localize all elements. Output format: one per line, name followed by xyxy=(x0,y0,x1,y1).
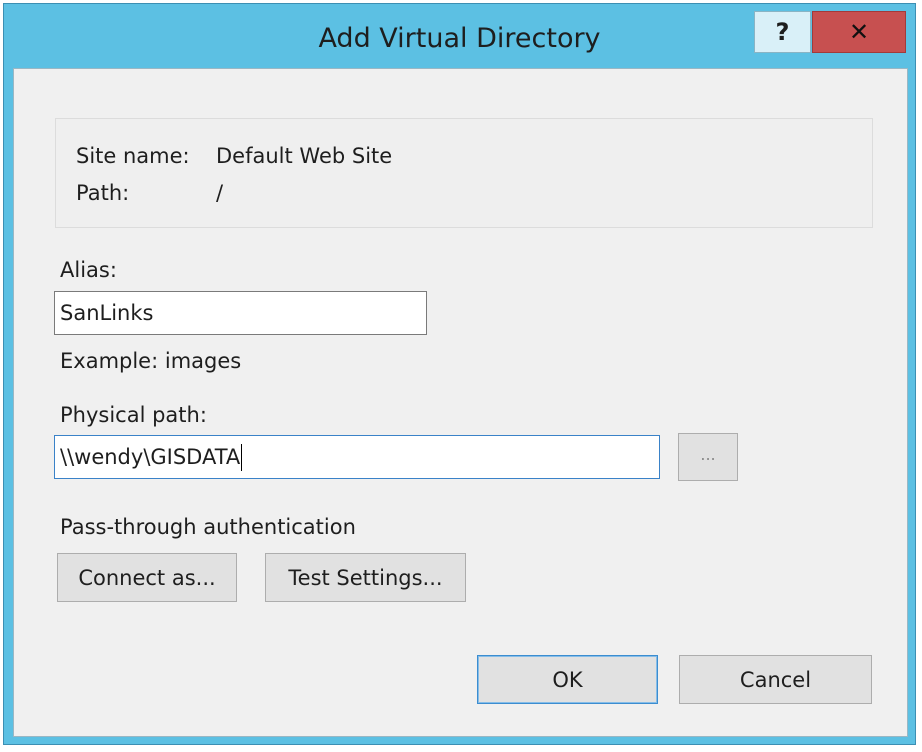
physical-path-input-value: \\wendy\GISDATA xyxy=(60,445,241,469)
test-settings-button[interactable]: Test Settings... xyxy=(265,553,466,602)
pass-through-auth-label: Pass-through authentication xyxy=(60,515,356,539)
alias-input-value: SanLinks xyxy=(60,301,154,325)
site-name-value: Default Web Site xyxy=(216,144,393,168)
title-bar[interactable]: Add Virtual Directory ? ✕ xyxy=(4,4,915,68)
alias-example-text: Example: images xyxy=(60,349,242,373)
alias-label: Alias: xyxy=(60,258,117,282)
cancel-button-label: Cancel xyxy=(739,667,812,692)
path-label: Path: xyxy=(76,181,130,205)
close-button[interactable]: ✕ xyxy=(812,11,906,53)
connect-as-button-label: Connect as... xyxy=(78,565,216,590)
ok-button[interactable]: OK xyxy=(477,655,658,704)
physical-path-label: Physical path: xyxy=(60,403,207,427)
browse-button[interactable]: ... xyxy=(678,433,738,481)
text-caret xyxy=(241,443,243,471)
help-icon: ? xyxy=(775,18,790,46)
path-value: / xyxy=(216,181,224,205)
site-name-label: Site name: xyxy=(76,144,190,168)
ok-button-label: OK xyxy=(552,667,583,692)
cancel-button[interactable]: Cancel xyxy=(679,655,872,704)
alias-input[interactable]: SanLinks xyxy=(54,291,427,335)
close-icon: ✕ xyxy=(848,18,870,46)
dialog-window: Add Virtual Directory ? ✕ Site name: Def… xyxy=(3,3,916,745)
physical-path-input[interactable]: \\wendy\GISDATA xyxy=(54,435,660,479)
test-settings-button-label: Test Settings... xyxy=(288,565,443,590)
dialog-content: Site name: Default Web Site Path: / Alia… xyxy=(13,68,908,737)
help-button[interactable]: ? xyxy=(754,11,811,53)
site-info-box: Site name: Default Web Site Path: / xyxy=(55,118,873,228)
connect-as-button[interactable]: Connect as... xyxy=(57,553,237,602)
browse-button-label: ... xyxy=(700,444,716,464)
